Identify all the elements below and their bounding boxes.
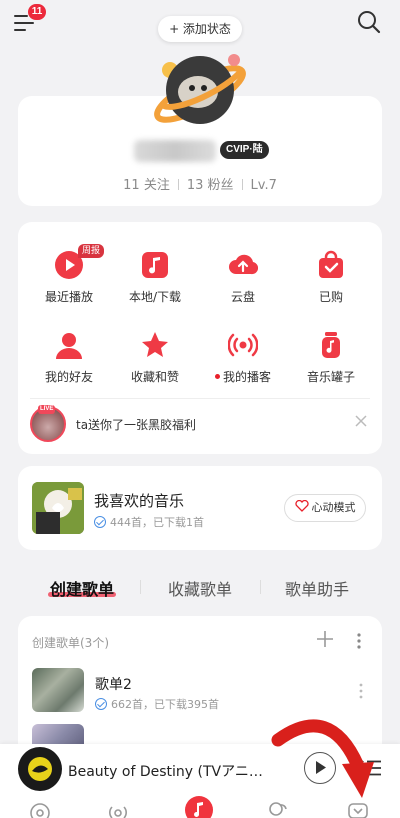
tab-playlist-assistant[interactable]: 歌单助手 (285, 576, 349, 600)
discover-icon[interactable] (28, 799, 52, 818)
person-icon (56, 333, 82, 359)
star-icon (142, 332, 168, 357)
playlist-cover[interactable] (32, 668, 84, 712)
menu-line (14, 15, 28, 17)
divider (30, 398, 370, 399)
divider (241, 179, 243, 190)
grid-label: 收藏和赞 (130, 370, 179, 384)
liked-music-subtitle: 444首，已下载1首 (94, 514, 204, 530)
liked-music-card[interactable]: 我喜欢的音乐 444首，已下载1首 心动模式 (18, 466, 382, 550)
live-avatar[interactable]: LIVE (30, 405, 66, 442)
grid-item-my-friends[interactable]: 我的好友 (24, 330, 114, 385)
divider (177, 179, 179, 190)
grid-label: 音乐罐子 (306, 370, 355, 384)
divider (260, 580, 261, 594)
grid-label: 已购 (318, 290, 343, 304)
search-icon[interactable] (356, 9, 382, 35)
grid-label: 本地/下载 (128, 290, 182, 304)
cloud-upload-icon (229, 254, 258, 275)
heart-icon (294, 499, 309, 512)
music-nav-icon[interactable] (185, 796, 213, 818)
grid-item-recent-play[interactable]: 周报 最近播放 (24, 244, 114, 305)
downloaded-check-icon (94, 516, 106, 528)
grid-label: 最近播放 (44, 290, 93, 304)
grid-item-local-download[interactable]: 本地/下载 (110, 250, 200, 305)
username-blurred (134, 140, 216, 162)
music-jar-icon (322, 332, 340, 358)
grid-item-purchased[interactable]: 已购 (286, 250, 376, 305)
shopping-bag-icon (319, 250, 343, 278)
menu-line (14, 22, 34, 24)
new-dot (214, 374, 220, 379)
liked-count-text: 444首，已下载1首 (110, 516, 204, 529)
grid-item-my-podcast[interactable]: 我的播客 (198, 330, 288, 385)
menu-line (14, 29, 26, 31)
now-playing-title[interactable]: Beauty of Destiny (TVアニ… (68, 761, 268, 781)
level[interactable]: Lv.7 (251, 178, 277, 193)
music-note-icon (142, 252, 168, 278)
gift-notice[interactable]: LIVE ta送你了一张黑胶福利 (30, 404, 375, 444)
fans-count[interactable]: 13 粉丝 (187, 178, 234, 193)
podcast-icon (228, 333, 258, 357)
grid-label: 我的好友 (44, 370, 93, 384)
live-tag: LIVE (38, 405, 56, 414)
heart-mode-button[interactable]: 心动模式 (284, 494, 366, 522)
add-icon[interactable] (316, 630, 334, 648)
playlist-count-text: 662首，已下载395首 (111, 698, 219, 711)
weekly-report-tag[interactable]: 周报 (78, 244, 105, 258)
profile-stats: 11 关注 13 粉丝 Lv.7 (0, 174, 400, 193)
grid-item-favorites[interactable]: 收藏和赞 (110, 330, 200, 385)
liked-music-cover (32, 482, 84, 534)
vip-badge[interactable]: CVIP·陆 (220, 141, 269, 159)
liked-music-title: 我喜欢的音乐 (94, 492, 185, 510)
playlist-section-header: 创建歌单(3个) (32, 636, 109, 650)
playlist-subtitle: 662首，已下载395首 (95, 696, 219, 712)
close-icon[interactable] (352, 412, 370, 430)
podcast-nav-icon[interactable] (106, 799, 130, 818)
avatar[interactable] (150, 48, 250, 138)
grid-label: 云盘 (230, 290, 255, 304)
play-icon (316, 761, 326, 774)
my-nav-icon[interactable] (346, 799, 370, 818)
add-status-button[interactable]: + 添加状态 (158, 16, 242, 42)
gift-text: ta送你了一张黑胶福利 (76, 418, 197, 432)
playlist-queue-icon[interactable] (358, 756, 382, 778)
grid-item-cloud-disk[interactable]: 云盘 (198, 250, 288, 305)
playlist-title[interactable]: 歌单2 (95, 674, 132, 694)
play-button[interactable] (304, 752, 336, 784)
notification-badge: 11 (28, 4, 46, 20)
more-icon[interactable] (356, 632, 362, 650)
album-art (28, 757, 52, 781)
grid-item-music-jar[interactable]: 音乐罐子 (286, 330, 376, 385)
more-icon[interactable] (358, 682, 364, 700)
downloaded-check-icon (95, 698, 107, 710)
follows-count[interactable]: 11 关注 (123, 178, 170, 193)
grid-label: 我的播客 (198, 368, 288, 385)
tab-created-playlists[interactable]: 创建歌单 (50, 576, 114, 600)
tab-collected-playlists[interactable]: 收藏歌单 (168, 576, 232, 600)
podcast-label-text: 我的播客 (222, 370, 271, 384)
follow-nav-icon[interactable] (266, 799, 290, 818)
divider (140, 580, 141, 594)
heart-mode-label: 心动模式 (311, 501, 356, 514)
